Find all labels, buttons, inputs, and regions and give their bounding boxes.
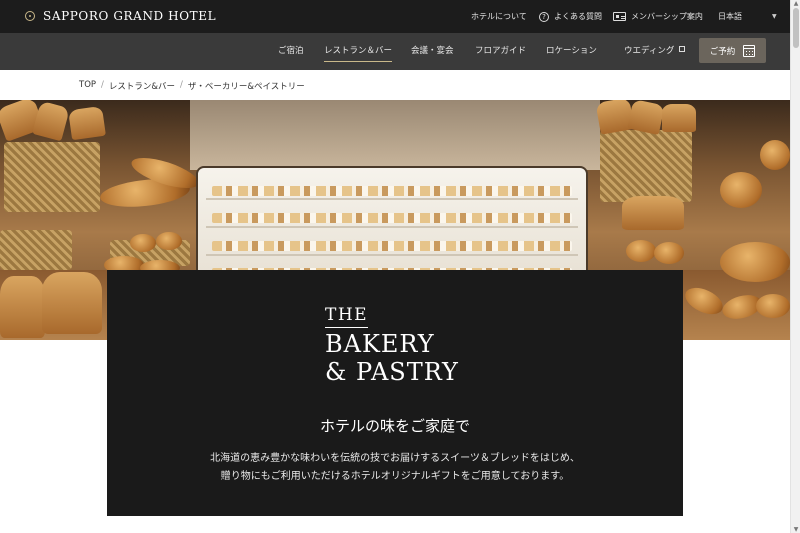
nav-item-location[interactable]: ロケーション [546, 33, 597, 70]
nav-item-restaurant-bar[interactable]: レストラン＆バー [324, 33, 393, 70]
nav-item-meetings-banquets[interactable]: 会議・宴会 [411, 33, 454, 70]
breadcrumb-restaurant-bar[interactable]: レストラン&バー [109, 80, 175, 92]
intro-description-line: 北海道の恵み豊かな味わいを伝統の技でお届けするスイーツ＆ブレッドをはじめ、 [210, 453, 580, 464]
bread-loaf [42, 272, 102, 334]
breadcrumb-separator: / [101, 80, 104, 90]
nav-item-floor-guide[interactable]: フロアガイド [475, 33, 526, 70]
bread-basket [0, 230, 72, 270]
about-hotel-label: ホテルについて [471, 12, 527, 21]
nav-item-wedding[interactable]: ウエディング [624, 33, 686, 70]
faq-label: よくある質問 [554, 12, 602, 21]
pastry-row [212, 241, 572, 251]
main-nav: ご宿泊 レストラン＆バー 会議・宴会 フロアガイド ロケーション ウエディング [0, 33, 790, 70]
bread-loaf [0, 276, 45, 338]
case-shelf [206, 198, 578, 200]
brand-line-the: THE [325, 307, 369, 328]
reserve-label: ご予約 [709, 46, 736, 57]
bread-roll [654, 242, 684, 264]
chevron-down-icon: ▼ [772, 13, 777, 20]
about-hotel-link[interactable]: ホテルについて [471, 0, 527, 33]
brand-line-pastry: & PASTRY [325, 358, 459, 386]
pastry-row [212, 213, 572, 223]
nav-item-stay[interactable]: ご宿泊 [278, 33, 304, 70]
nav-item-label: フロアガイド [475, 46, 527, 56]
external-link-icon [679, 46, 686, 52]
pastry-display-case [196, 166, 588, 306]
breadcrumb-separator: / [180, 80, 183, 90]
logo-text: SAPPORO GRAND HOTEL [43, 9, 217, 23]
bread-roll [626, 240, 656, 262]
reserve-button[interactable]: ご予約 [699, 38, 766, 63]
pastry-row [212, 186, 572, 196]
bread-roll [130, 234, 156, 252]
language-label: 日本語 [718, 12, 742, 21]
bread-roll [760, 140, 790, 170]
nav-item-label: 会議・宴会 [411, 46, 454, 56]
logo-mark-icon [25, 11, 35, 21]
faq-link[interactable]: ? よくある質問 [539, 0, 602, 33]
language-select[interactable]: 日本語 ▼ [718, 0, 777, 33]
bread-basket [4, 142, 100, 212]
intro-title: ホテルの味をご家庭で [319, 417, 470, 435]
bread-loaf [68, 105, 106, 141]
bread-loaf [622, 196, 684, 230]
case-shelf [206, 226, 578, 228]
membership-link[interactable]: メンバーシップ案内 [613, 0, 703, 33]
hotel-logo[interactable]: SAPPORO GRAND HOTEL [25, 9, 216, 23]
member-card-icon [613, 12, 626, 21]
hero-back-wall [190, 100, 600, 170]
intro-card: THE BAKERY & PASTRY ホテルの味をご家庭で 北海道の恵み豊かな… [107, 270, 683, 516]
breadcrumb-current: ザ・ベーカリー&ペイストリー [187, 82, 305, 92]
question-circle-icon: ? [539, 11, 549, 22]
croissant [756, 294, 790, 318]
bread-loaf [627, 100, 665, 135]
nav-item-label: ウエディング [624, 46, 675, 56]
intro-description: 北海道の恵み豊かな味わいを伝統の技でお届けするスイーツ＆ブレッドをはじめ、 贈り… [107, 450, 683, 486]
top-utility-bar: SAPPORO GRAND HOTEL ホテルについて ? よくある質問 メンバ… [0, 0, 790, 33]
membership-label: メンバーシップ案内 [631, 12, 703, 21]
bread-loaf [662, 104, 696, 132]
breadcrumb-top[interactable]: TOP [79, 80, 96, 92]
bakery-brand-logo: THE BAKERY & PASTRY [325, 307, 459, 384]
bread-basket [600, 130, 692, 202]
brand-line-bakery: BAKERY [325, 330, 435, 358]
bread-roll [156, 232, 182, 250]
intro-description-line: 贈り物にもご利用いただけるホテルオリジナルギフトをご用意しております。 [220, 471, 570, 482]
bread-roll [720, 172, 762, 208]
bread-loaf [32, 100, 70, 142]
page-scrollbar[interactable]: ▲ ▼ [790, 0, 800, 533]
scrollbar-thumb[interactable] [793, 8, 799, 48]
case-shelf [206, 254, 578, 256]
nav-item-label: ロケーション [546, 46, 597, 56]
scroll-down-icon[interactable]: ▼ [792, 526, 800, 533]
nav-item-label: レストラン＆バー [324, 46, 393, 56]
calendar-icon [743, 44, 756, 57]
bread-roll [720, 242, 790, 282]
scroll-up-icon[interactable]: ▲ [792, 0, 800, 7]
nav-item-label: ご宿泊 [278, 46, 304, 56]
breadcrumb: TOP / レストラン&バー / ザ・ベーカリー&ペイストリー [79, 80, 305, 92]
